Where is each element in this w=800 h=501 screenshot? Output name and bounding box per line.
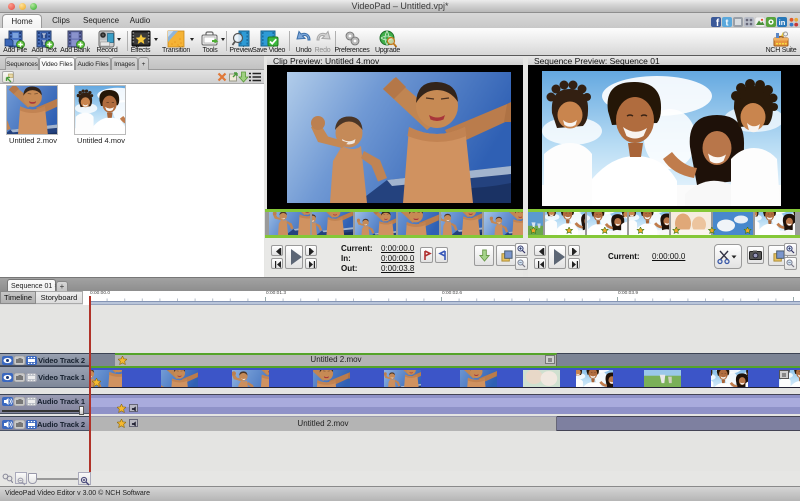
svg-text:t: t <box>726 17 729 27</box>
svg-text:in: in <box>779 18 786 27</box>
svg-text:T: T <box>42 33 46 40</box>
